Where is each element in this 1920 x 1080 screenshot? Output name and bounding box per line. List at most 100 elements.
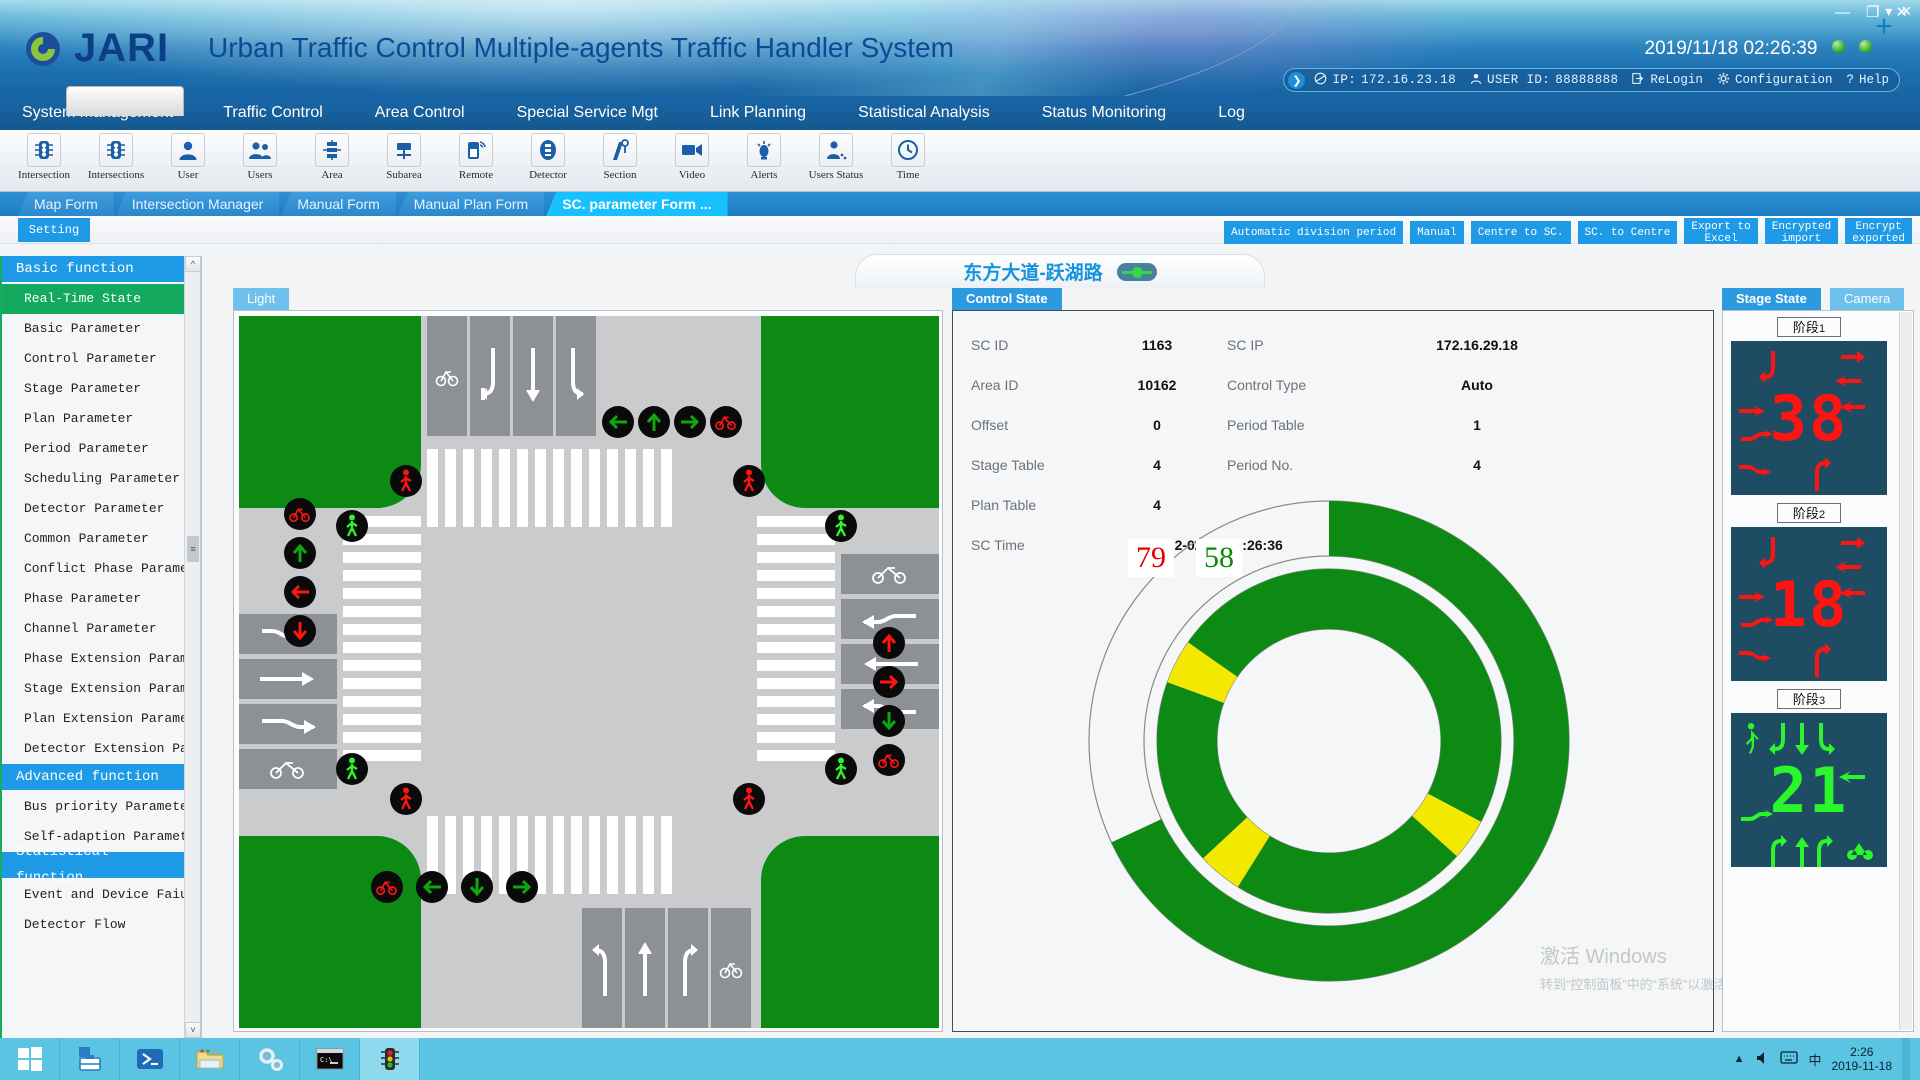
- signal-south-through-green[interactable]: [461, 871, 493, 903]
- sidebar-group-basic-function[interactable]: Basic function⬆: [2, 256, 200, 282]
- sidebar-item-real-time-state[interactable]: Real-Time State: [2, 284, 200, 314]
- taskbar-powershell[interactable]: [120, 1038, 180, 1080]
- intersection-online-toggle[interactable]: [1116, 262, 1157, 281]
- expand-chevron-icon[interactable]: ❯: [1288, 71, 1306, 89]
- signal-north-through-green[interactable]: [638, 406, 670, 438]
- sidebar-item-plan-extension-parameter[interactable]: Plan Extension Parameter: [2, 704, 200, 734]
- signal-south-left-green[interactable]: [416, 871, 448, 903]
- scroll-down-icon[interactable]: ˅: [185, 1022, 200, 1038]
- toolbar-item-alerts[interactable]: Alerts: [728, 130, 800, 181]
- signal-north-bike-red[interactable]: [710, 406, 742, 438]
- help-button[interactable]: ? Help: [1846, 73, 1889, 87]
- sidebar-item-plan-parameter[interactable]: Plan Parameter: [2, 404, 200, 434]
- sidebar-item-detector-extension-parameter[interactable]: Detector Extension Parameter: [2, 734, 200, 764]
- sidebar-item-common-parameter[interactable]: Common Parameter: [2, 524, 200, 554]
- sidebar-item-conflict-phase-parameter[interactable]: Conflict Phase Parameter: [2, 554, 200, 584]
- signal-east-uturn-red[interactable]: [873, 627, 905, 659]
- tray-ime-icon[interactable]: 中: [1808, 1050, 1821, 1069]
- signal-ped-south-west-red[interactable]: [390, 783, 422, 815]
- signal-ped-north-east-red[interactable]: [733, 465, 765, 497]
- toolbar-item-area[interactable]: Area: [296, 130, 368, 181]
- taskbar-cmd[interactable]: C:\: [300, 1038, 360, 1080]
- signal-ped-south-east-red[interactable]: [733, 783, 765, 815]
- sidebar-item-detector-parameter[interactable]: Detector Parameter: [2, 494, 200, 524]
- toolbar-item-users[interactable]: Users: [224, 130, 296, 181]
- scroll-thumb[interactable]: ≡: [187, 536, 199, 562]
- sidebar-group-statistical-function[interactable]: Statistical function⬆: [2, 844, 200, 886]
- form-tab-intersection-manager[interactable]: Intersection Manager: [115, 192, 280, 216]
- taskbar-windows-start[interactable]: [0, 1038, 60, 1080]
- setting-button[interactable]: Setting: [18, 218, 90, 242]
- sidebar-item-event-and-device-faiure[interactable]: Event and Device Faiure: [2, 880, 200, 910]
- configuration-button[interactable]: Configuration: [1717, 72, 1832, 89]
- signal-north-left-green[interactable]: [602, 406, 634, 438]
- signal-east-through-green[interactable]: [873, 705, 905, 737]
- form-tab-sc-parameter-form[interactable]: SC. parameter Form ...: [546, 192, 728, 216]
- taskbar-settings-gears[interactable]: [240, 1038, 300, 1080]
- signal-west-left-red[interactable]: [284, 576, 316, 608]
- show-desktop-button[interactable]: [1902, 1038, 1910, 1080]
- toolbar-item-subarea[interactable]: Subarea: [368, 130, 440, 181]
- form-tab-manual-form[interactable]: Manual Form: [281, 192, 396, 216]
- tab-camera[interactable]: Camera: [1830, 288, 1905, 310]
- sidebar-item-scheduling-parameter[interactable]: Scheduling Parameter: [2, 464, 200, 494]
- toolbar-item-remote[interactable]: Remote: [440, 130, 512, 181]
- sidebar-item-detector-flow[interactable]: Detector Flow: [2, 910, 200, 940]
- tab-close-icon[interactable]: ✕: [1900, 3, 1912, 20]
- sidebar-item-control-parameter[interactable]: Control Parameter: [2, 344, 200, 374]
- sidebar-item-channel-parameter[interactable]: Channel Parameter: [2, 614, 200, 644]
- tab-light[interactable]: Light: [233, 288, 290, 310]
- toolbar-item-user[interactable]: User: [152, 130, 224, 181]
- toolbar-item-time[interactable]: Time: [872, 130, 944, 181]
- sidebar-group-advanced-function[interactable]: Advanced function⬆: [2, 764, 200, 790]
- signal-west-bike-red[interactable]: [284, 498, 316, 530]
- action-button-manual[interactable]: Manual: [1410, 221, 1464, 245]
- signal-north-right-green[interactable]: [674, 406, 706, 438]
- relogin-button[interactable]: ReLogin: [1632, 72, 1703, 89]
- action-button-automatic-division-period[interactable]: Automatic division period: [1224, 221, 1404, 245]
- sidebar-item-phase-extension-parameter[interactable]: Phase Extension Parameter: [2, 644, 200, 674]
- tab-control-state[interactable]: Control State: [952, 288, 1062, 310]
- signal-ped-west-south-green[interactable]: [336, 753, 368, 785]
- toolbar-item-detector[interactable]: Detector: [512, 130, 584, 181]
- signal-ped-east-north-green[interactable]: [825, 510, 857, 542]
- form-tab-map-form[interactable]: Map Form: [18, 192, 114, 216]
- tray-keyboard-icon[interactable]: [1780, 1051, 1799, 1067]
- minimize-button[interactable]: —: [1835, 5, 1850, 20]
- tab-collapse-icon[interactable]: ▾: [1885, 3, 1892, 20]
- taskbar-traffic-app[interactable]: [360, 1038, 420, 1080]
- sidebar-item-stage-parameter[interactable]: Stage Parameter: [2, 374, 200, 404]
- stage-scrollbar[interactable]: [1899, 312, 1912, 1030]
- tray-volume-icon[interactable]: [1754, 1050, 1770, 1069]
- menu-item-log[interactable]: Log: [1204, 96, 1259, 130]
- signal-ped-north-west-red[interactable]: [390, 465, 422, 497]
- menu-item-status-monitoring[interactable]: Status Monitoring: [1028, 96, 1181, 130]
- signal-east-bike-red[interactable]: [873, 744, 905, 776]
- signal-east-right-red[interactable]: [873, 666, 905, 698]
- tray-clock[interactable]: 2:26 2019-11-18: [1832, 1045, 1893, 1073]
- taskbar-folder[interactable]: [180, 1038, 240, 1080]
- menu-item-statistical-analysis[interactable]: Statistical Analysis: [844, 96, 1004, 130]
- action-button-centre-to-sc[interactable]: Centre to SC.: [1470, 221, 1571, 245]
- form-tab-controls[interactable]: ▾ ✕: [1885, 3, 1912, 20]
- menu-item-link-planning[interactable]: Link Planning: [696, 96, 820, 130]
- tray-up-chevron-icon[interactable]: ▲: [1734, 1053, 1745, 1065]
- toolbar-item-section[interactable]: Section: [584, 130, 656, 181]
- signal-south-right-green[interactable]: [506, 871, 538, 903]
- signal-ped-west-north-green[interactable]: [336, 510, 368, 542]
- signal-south-bike-red[interactable]: [371, 871, 403, 903]
- sidebar-item-bus-priority-parameter[interactable]: Bus priority Parameter: [2, 792, 200, 822]
- menu-item-special-service-mgt[interactable]: Special Service Mgt: [503, 96, 672, 130]
- sidebar-scrollbar[interactable]: ^ ≡ ˅: [184, 256, 200, 1038]
- toolbar-item-intersection[interactable]: Intersection: [8, 130, 80, 181]
- sidebar-item-period-parameter[interactable]: Period Parameter: [2, 434, 200, 464]
- menu-item-traffic-control[interactable]: Traffic Control: [209, 96, 337, 130]
- signal-west-through-green[interactable]: [284, 537, 316, 569]
- sidebar-item-basic-parameter[interactable]: Basic Parameter: [2, 314, 200, 344]
- form-tab-manual-plan-form[interactable]: Manual Plan Form: [397, 192, 545, 216]
- signal-ped-east-south-green[interactable]: [825, 753, 857, 785]
- sidebar-item-phase-parameter[interactable]: Phase Parameter: [2, 584, 200, 614]
- menu-item-area-control[interactable]: Area Control: [361, 96, 479, 130]
- tab-stage-state[interactable]: Stage State: [1722, 288, 1821, 310]
- action-button-sc-to-centre[interactable]: SC. to Centre: [1577, 221, 1678, 245]
